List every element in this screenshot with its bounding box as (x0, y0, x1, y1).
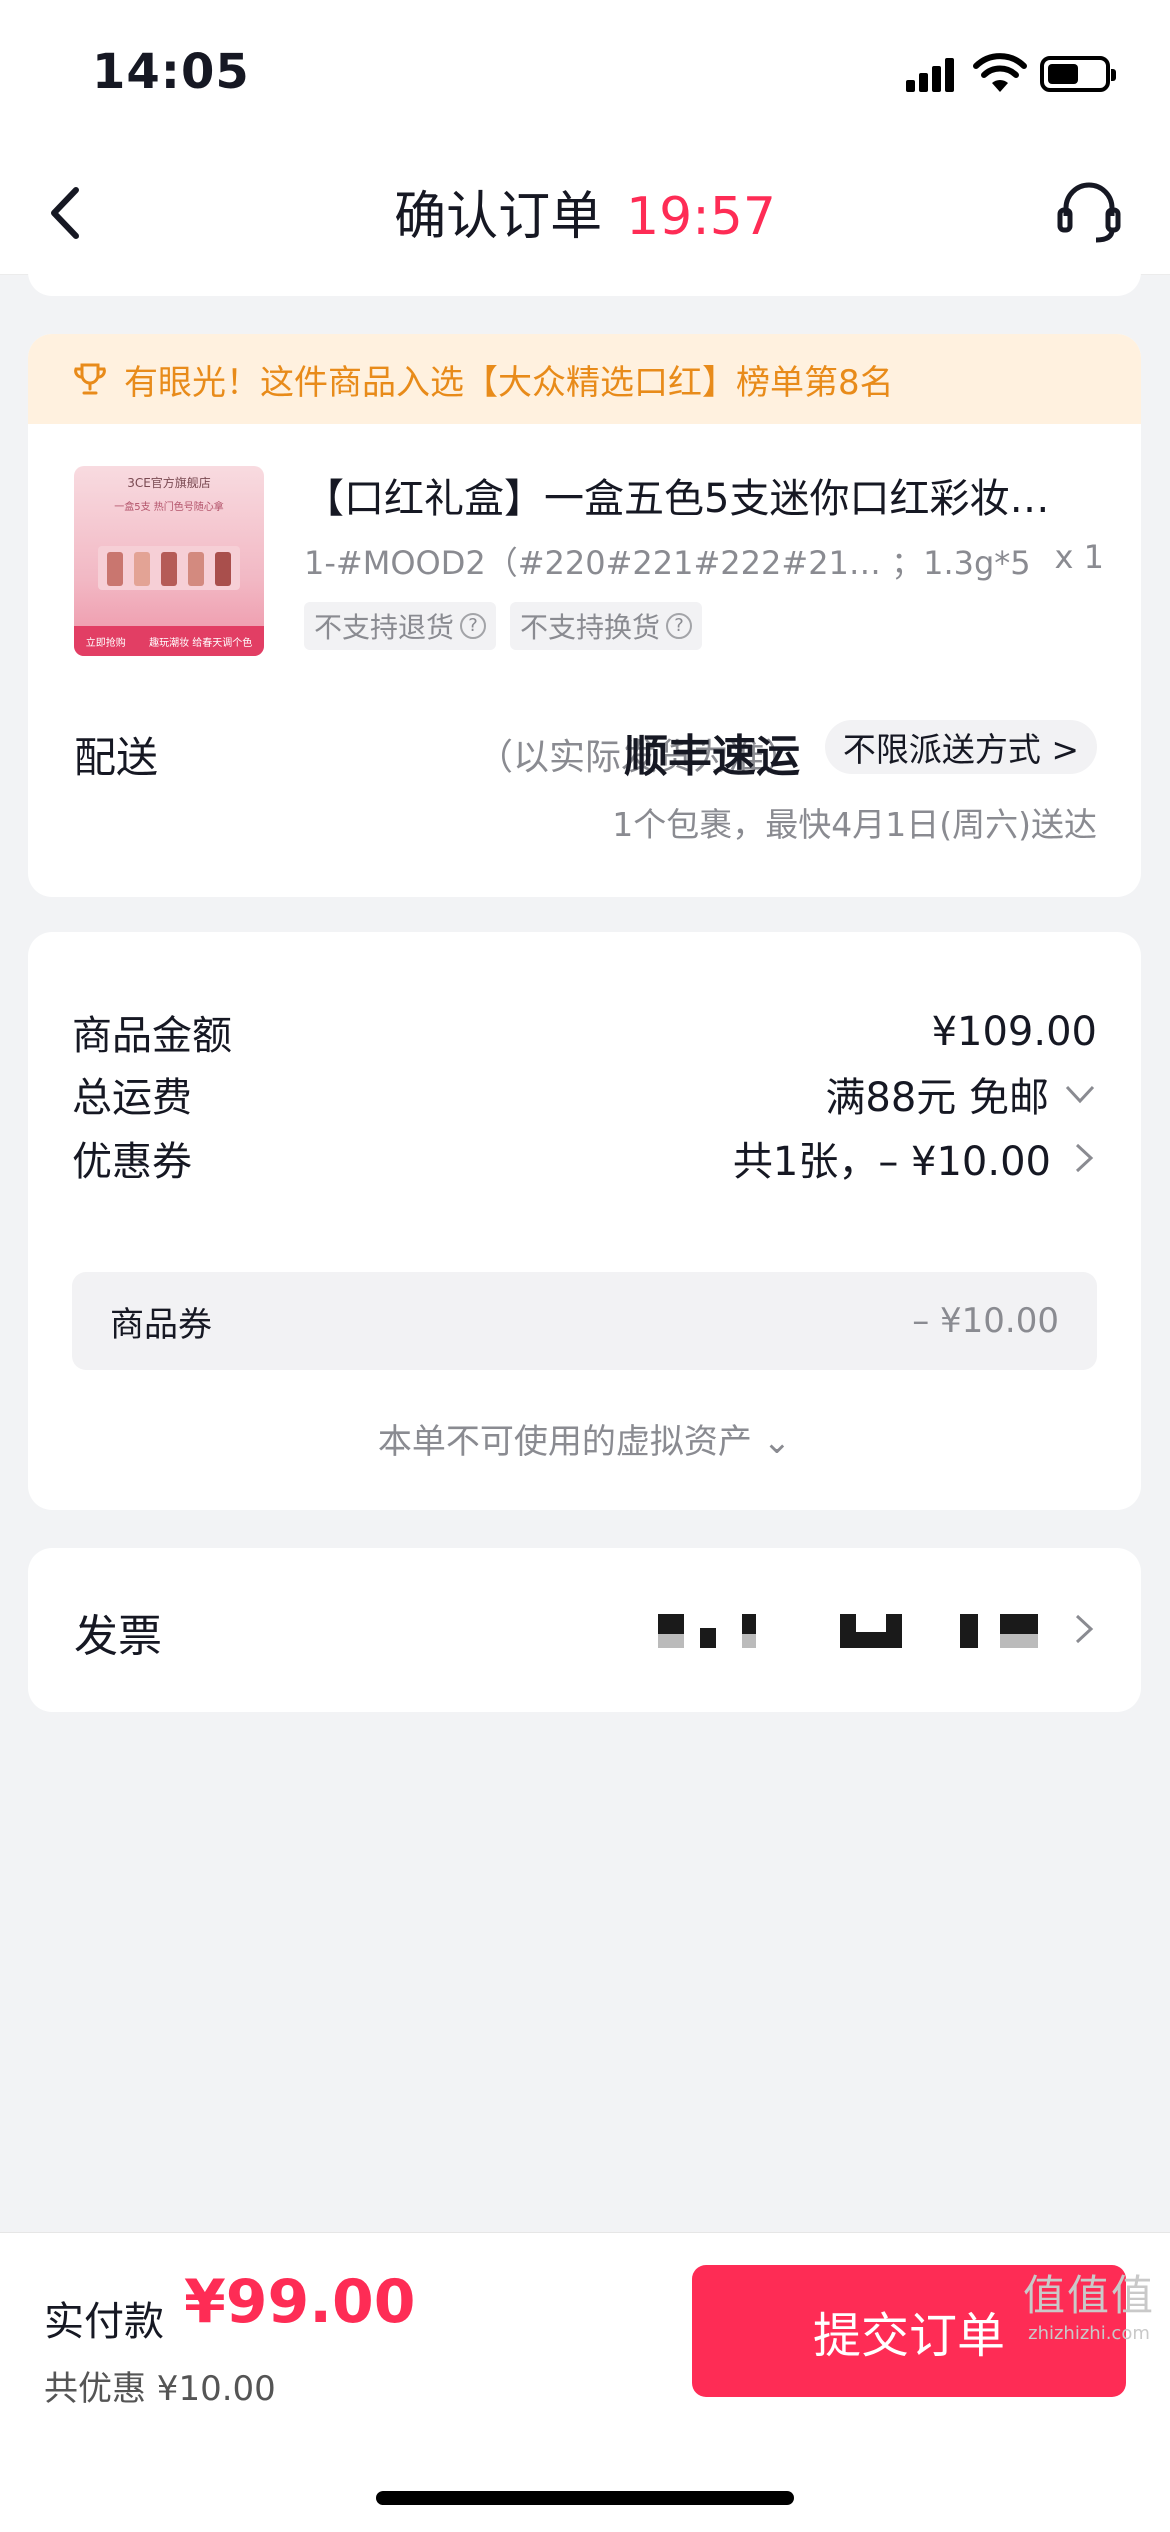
coupon-value: 共1张，– ¥10.00 (732, 1139, 1051, 1185)
status-time: 14:05 (92, 44, 250, 100)
shipping-label: 配送 (74, 733, 159, 782)
product-card: 有眼光！这件商品入选【大众精选口红】榜单第8名 3CE官方旗舰店 一盒5支 热门… (28, 334, 1141, 897)
status-bar: 14:05 (0, 0, 1170, 150)
thumb-strip-right: 趣玩潮妆 给春天调个色 (149, 637, 253, 649)
no-exchange-tag-label: 不支持换货 (520, 611, 661, 644)
thumb-strip-left: 立即抢购 (85, 637, 126, 649)
thumb-shop-name: 3CE官方旗舰店 (127, 476, 211, 490)
coupon-row[interactable]: 优惠券 共1张，– ¥10.00 (72, 1128, 1097, 1188)
chevron-right-icon (1075, 1614, 1094, 1644)
unusable-assets-toggle[interactable]: 本单不可使用的虚拟资产 ⌄ (28, 1414, 1141, 1463)
invoice-row[interactable]: 发票 (28, 1548, 1141, 1712)
help-icon: ? (666, 613, 693, 639)
no-exchange-tag[interactable]: 不支持换货? (510, 602, 703, 650)
page-title: 确认订单 19:57 (0, 174, 1170, 249)
rank-banner[interactable]: 有眼光！这件商品入选【大众精选口红】榜单第8名 (28, 334, 1141, 424)
page-title-text: 确认订单 (394, 187, 603, 247)
goods-coupon-label: 商品券 (110, 1304, 212, 1345)
actual-payment-label: 实付款 (44, 2299, 164, 2345)
product-quantity: x 1 (1054, 538, 1104, 576)
countdown-timer: 19:57 (626, 187, 776, 247)
product-tags: 不支持退货? 不支持换货? (304, 602, 703, 650)
actual-payment-amount: ¥99.00 (184, 2267, 416, 2337)
lipstick-box-image (98, 546, 240, 590)
freight-row[interactable]: 总运费 满88元 免邮 (72, 1064, 1097, 1124)
home-indicator[interactable] (376, 2491, 794, 2505)
freight-label: 总运费 (72, 1075, 192, 1121)
cellular-signal-icon (906, 58, 956, 92)
customer-service-icon[interactable] (1054, 176, 1124, 246)
rank-banner-text: 有眼光！这件商品入选【大众精选口红】榜单第8名 (124, 362, 894, 403)
goods-amount-row: 商品金额 ¥109.00 (72, 1002, 1097, 1062)
goods-amount-label: 商品金额 (72, 1013, 232, 1059)
product-title: 【口红礼盒】一盒五色5支迷你口红彩妆… (304, 476, 1050, 522)
watermark-logo-text: 值值值 (1022, 2271, 1155, 2320)
address-card-bottom (28, 268, 1141, 296)
no-return-tag[interactable]: 不支持退货? (304, 602, 497, 650)
product-thumbnail[interactable]: 3CE官方旗舰店 一盒5支 热门色号随心拿 立即抢购 趣玩潮妆 给春天调个色 (74, 466, 264, 656)
thumb-tagline: 一盒5支 热门色号随心拿 (114, 502, 224, 513)
goods-coupon-detail: 商品券 – ¥10.00 (72, 1272, 1097, 1370)
help-icon: ? (460, 613, 487, 639)
product-item[interactable]: 3CE官方旗舰店 一盒5支 热门色号随心拿 立即抢购 趣玩潮妆 给春天调个色 【… (74, 466, 1104, 666)
chevron-down-icon (1065, 1085, 1095, 1104)
checkout-bar: 实付款 ¥99.00 共优惠 ¥10.00 提交订单 (0, 2232, 1170, 2532)
product-spec: 1-#MOOD2（#220#221#222#21… ；1.3g*5 (304, 544, 1031, 582)
battery-icon (1040, 56, 1116, 92)
goods-coupon-amount: – ¥10.00 (912, 1301, 1059, 1341)
watermark-logo: 值值值 zhizhizhi.com (1014, 2262, 1164, 2344)
wifi-icon (973, 53, 1027, 92)
goods-amount-value: ¥109.00 (931, 1009, 1097, 1055)
watermark-url: zhizhizhi.com (1028, 2323, 1150, 2344)
delivery-eta: 1个包裹，最快4月1日(周六)送达 (612, 805, 1097, 844)
thumb-strip: 立即抢购 趣玩潮妆 给春天调个色 (74, 626, 264, 656)
price-summary-card: 商品金额 ¥109.00 总运费 满88元 免邮 优惠券 共1张，– ¥10.0… (28, 932, 1141, 1510)
delivery-method-selector[interactable]: 不限派送方式 > (824, 720, 1097, 774)
invoice-label: 发票 (74, 1611, 162, 1662)
total-discount: 共优惠 ¥10.00 (44, 2369, 276, 2409)
chevron-right-icon (1075, 1143, 1094, 1173)
shipping-carrier: 顺丰速运 (624, 731, 800, 782)
trophy-icon (74, 363, 106, 395)
coupon-label: 优惠券 (72, 1139, 192, 1185)
nav-bar: 确认订单 19:57 (0, 150, 1170, 275)
no-return-tag-label: 不支持退货 (314, 611, 455, 644)
freight-value: 满88元 免邮 (825, 1075, 1049, 1121)
